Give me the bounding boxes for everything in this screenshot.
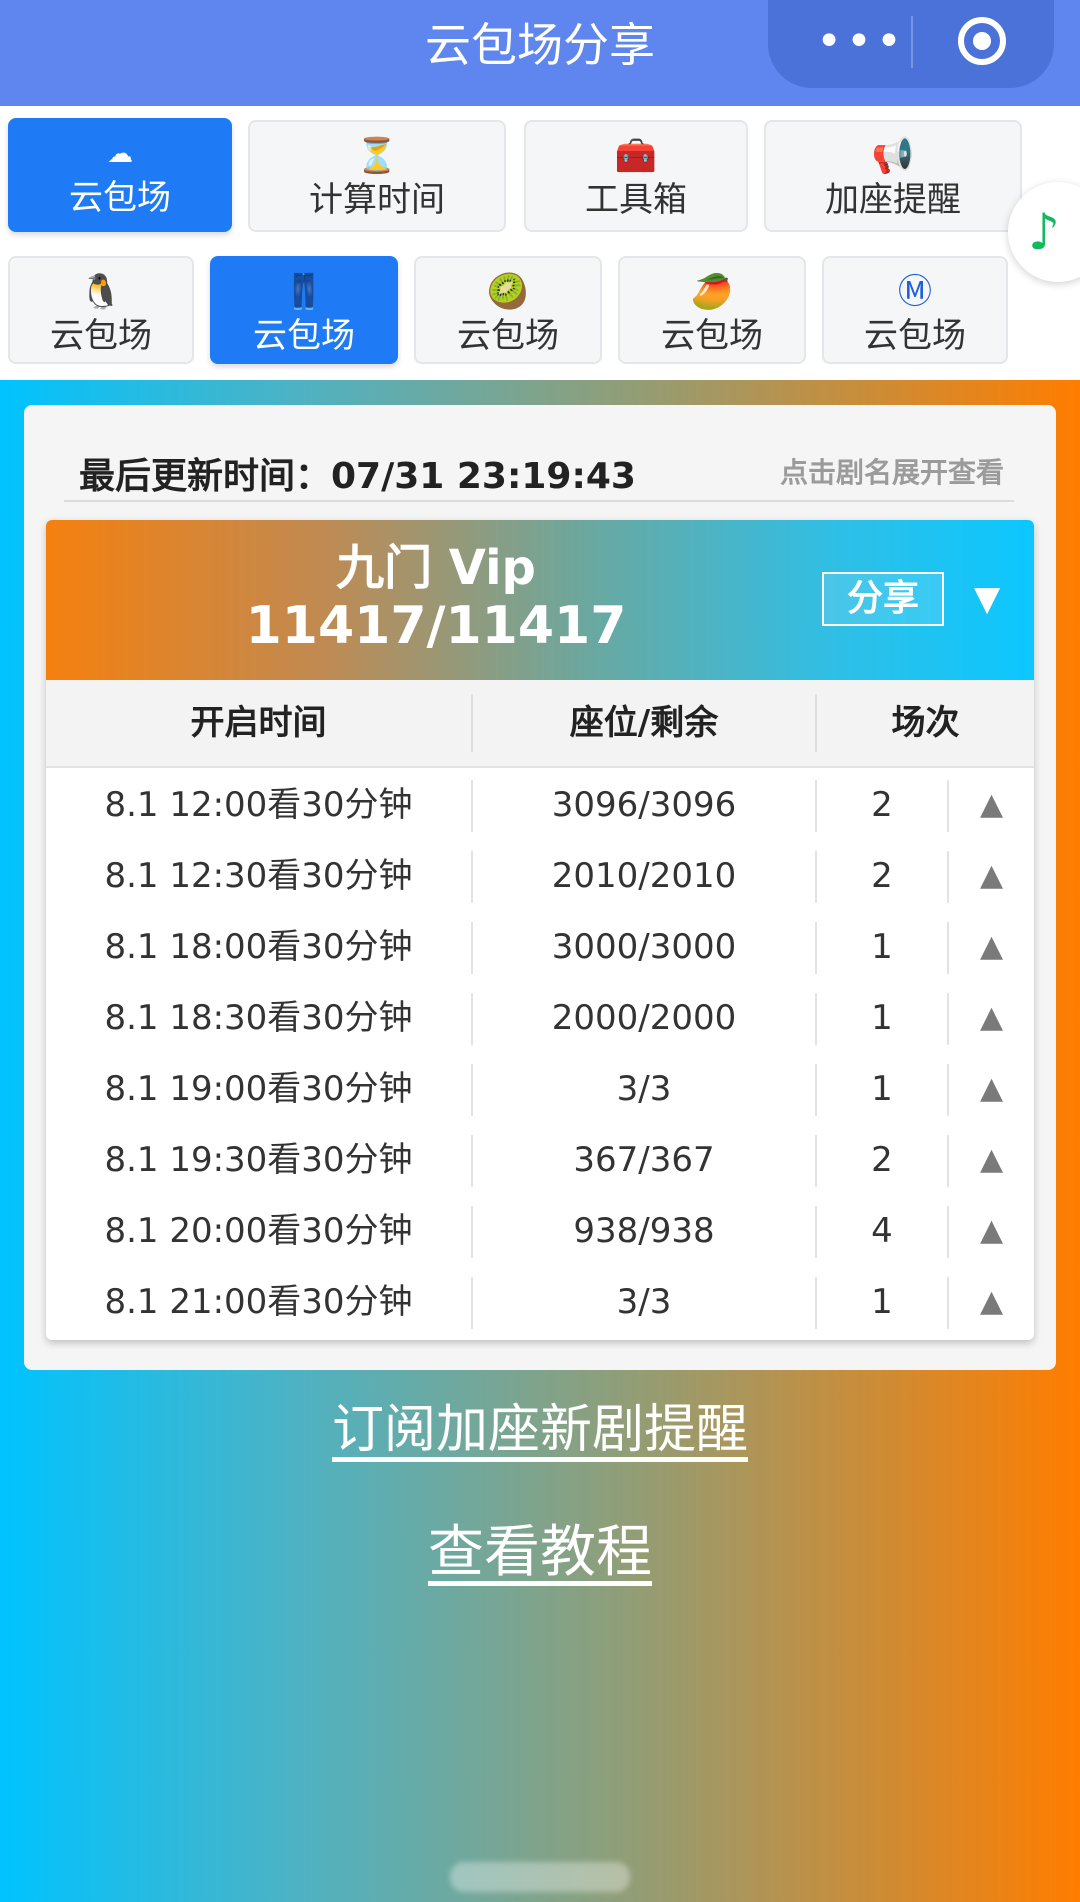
table-row[interactable]: 8.1 20:00看30分钟 938/938 4 ▲ — [46, 1196, 1034, 1266]
show-panel: 九门 Vip 11417/11417 分享 ▼ 开启时间 座位/剩余 场次 8.… — [46, 520, 1034, 1340]
penguin-icon: 🐧 — [79, 272, 123, 312]
tab-seat-reminder[interactable]: 📢 加座提醒 — [764, 120, 1022, 232]
cell-time: 8.1 12:30看30分钟 — [104, 856, 413, 896]
capsule-divider — [911, 16, 913, 68]
cloud-icon: ☁ — [107, 139, 133, 169]
collapse-toggle-icon[interactable]: ▼ — [974, 574, 1000, 624]
title-bar: 云包场分享 ••• — [0, 0, 1080, 106]
tab-label: 云包场 — [253, 316, 355, 356]
table-row[interactable]: 8.1 12:30看30分钟 2010/2010 2 ▲ — [46, 841, 1034, 911]
jeans-icon: 👖 — [282, 272, 326, 312]
kiwi-icon: 🥝 — [486, 272, 530, 312]
last-update-time: 最后更新时间：07/31 23:19:43 — [79, 456, 636, 497]
tab-platform-m[interactable]: Ⓜ 云包场 — [822, 256, 1008, 364]
cell-sessions: 1 — [871, 998, 893, 1038]
cell-seats: 367/367 — [573, 1140, 715, 1180]
info-card: 最后更新时间：07/31 23:19:43 点击剧名展开查看 九门 Vip 11… — [24, 405, 1056, 1370]
tab-platform-penguin[interactable]: 🐧 云包场 — [8, 256, 194, 364]
cell-seats: 3096/3096 — [551, 785, 737, 825]
cell-sessions: 1 — [871, 1282, 893, 1322]
header-sessions: 场次 — [891, 703, 960, 743]
cell-time: 8.1 21:00看30分钟 — [104, 1282, 413, 1322]
cell-seats: 2010/2010 — [551, 856, 737, 896]
tab-label: 工具箱 — [585, 180, 687, 220]
tab-platform-kiwi[interactable]: 🥝 云包场 — [414, 256, 602, 364]
expand-up-icon[interactable]: ▲ — [949, 770, 1034, 840]
cell-sessions: 2 — [871, 785, 893, 825]
cell-sessions: 2 — [871, 856, 893, 896]
table-row[interactable]: 8.1 18:00看30分钟 3000/3000 1 ▲ — [46, 912, 1034, 982]
cell-sessions: 2 — [871, 1140, 893, 1180]
divider — [64, 500, 1014, 502]
cell-sessions: 1 — [871, 927, 893, 967]
expand-up-icon[interactable]: ▲ — [949, 1267, 1034, 1337]
header-seats: 座位/剩余 — [569, 703, 719, 743]
cell-seats: 3000/3000 — [551, 927, 737, 967]
cell-time: 8.1 20:00看30分钟 — [104, 1211, 413, 1251]
tab-toolbox[interactable]: 🧰 工具箱 — [524, 120, 748, 232]
mini-program-capsule: ••• — [768, 0, 1054, 88]
toolbox-icon: 🧰 — [614, 136, 658, 176]
more-icon[interactable]: ••• — [806, 0, 916, 84]
table-header: 开启时间 座位/剩余 场次 — [46, 680, 1034, 768]
cell-seats: 938/938 — [573, 1211, 715, 1251]
mango-icon: 🥭 — [690, 272, 734, 312]
hourglass-icon: ⏳ — [355, 136, 399, 176]
m-circle-icon: Ⓜ — [898, 272, 932, 312]
cell-seats: 2000/2000 — [551, 998, 737, 1038]
show-title[interactable]: 九门 Vip — [46, 540, 826, 596]
cell-sessions: 4 — [871, 1211, 893, 1251]
tab-cloud-booking[interactable]: ☁ 云包场 — [8, 118, 232, 232]
tab-label: 加座提醒 — [825, 180, 961, 220]
table-row[interactable]: 8.1 21:00看30分钟 3/3 1 ▲ — [46, 1267, 1034, 1337]
cell-time: 8.1 12:00看30分钟 — [104, 785, 413, 825]
tab-label: 云包场 — [50, 316, 152, 356]
table-row[interactable]: 8.1 12:00看30分钟 3096/3096 2 ▲ — [46, 770, 1034, 840]
megaphone-icon: 📢 — [871, 136, 915, 176]
expand-up-icon[interactable]: ▲ — [949, 1125, 1034, 1195]
tab-platform-jeans[interactable]: 👖 云包场 — [210, 256, 398, 364]
tab-label: 云包场 — [864, 316, 966, 356]
cell-time: 8.1 18:30看30分钟 — [104, 998, 413, 1038]
tab-platform-mango[interactable]: 🥭 云包场 — [618, 256, 806, 364]
cell-time: 8.1 18:00看30分钟 — [104, 927, 413, 967]
show-count: 11417/11417 — [245, 596, 627, 656]
expand-up-icon[interactable]: ▲ — [949, 841, 1034, 911]
table-row[interactable]: 8.1 19:00看30分钟 3/3 1 ▲ — [46, 1054, 1034, 1124]
subscribe-reminder-link[interactable]: 订阅加座新剧提醒 — [0, 1398, 1080, 1462]
expand-up-icon[interactable]: ▲ — [949, 983, 1034, 1053]
cell-time: 8.1 19:30看30分钟 — [104, 1140, 413, 1180]
tab-label: 云包场 — [457, 316, 559, 356]
tutorial-link[interactable]: 查看教程 — [0, 1520, 1080, 1586]
table-row[interactable]: 8.1 18:30看30分钟 2000/2000 1 ▲ — [46, 983, 1034, 1053]
show-header[interactable]: 九门 Vip 11417/11417 分享 ▼ — [46, 520, 1034, 680]
cell-seats: 3/3 — [616, 1282, 672, 1322]
cell-seats: 3/3 — [616, 1069, 672, 1109]
blurred-watermark — [450, 1862, 630, 1892]
table-row[interactable]: 8.1 19:30看30分钟 367/367 2 ▲ — [46, 1125, 1034, 1195]
cell-sessions: 1 — [871, 1069, 893, 1109]
tab-label: 云包场 — [69, 178, 171, 218]
tab-label: 云包场 — [661, 316, 763, 356]
expand-hint: 点击剧名展开查看 — [779, 456, 1004, 489]
header-start-time: 开启时间 — [190, 703, 327, 743]
share-button[interactable]: 分享 — [822, 572, 944, 626]
tab-calc-time[interactable]: ⏳ 计算时间 — [248, 120, 506, 232]
tab-area: ☁ 云包场 ⏳ 计算时间 🧰 工具箱 📢 加座提醒 🐧 云包场 👖 云包场 🥝 … — [0, 106, 1080, 380]
cell-time: 8.1 19:00看30分钟 — [104, 1069, 413, 1109]
expand-up-icon[interactable]: ▲ — [949, 1196, 1034, 1266]
expand-up-icon[interactable]: ▲ — [949, 912, 1034, 982]
expand-up-icon[interactable]: ▲ — [949, 1054, 1034, 1124]
tab-label: 计算时间 — [309, 180, 445, 220]
close-target-icon[interactable] — [958, 17, 1006, 65]
